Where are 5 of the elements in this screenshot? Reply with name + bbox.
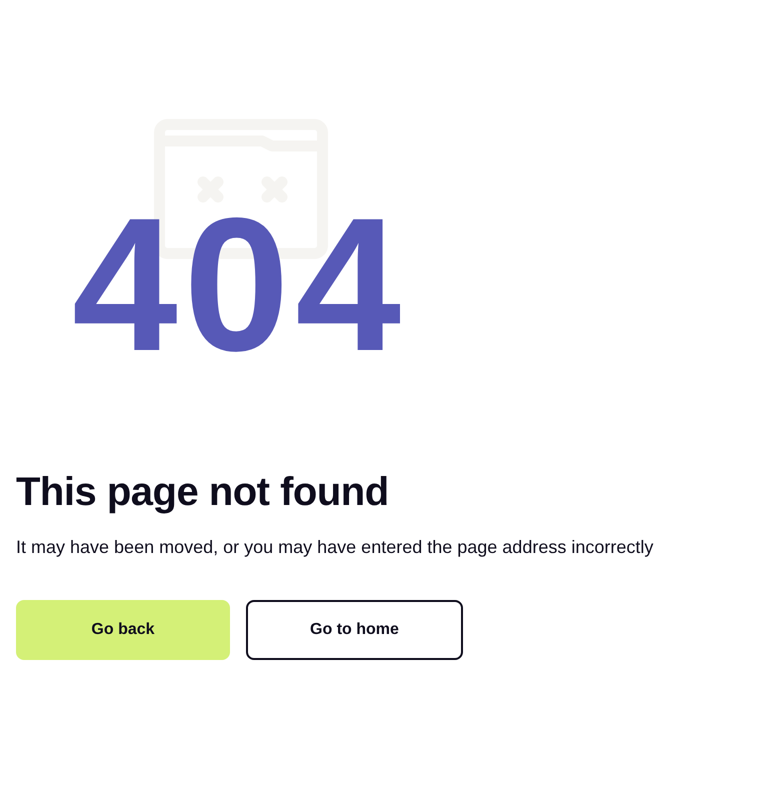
page-title: This page not found bbox=[16, 469, 390, 516]
error-code: 404 bbox=[72, 214, 408, 356]
nav-button[interactable]: Go back bbox=[16, 600, 230, 660]
error-message: It may have been moved, or you may have entered the page address incorrectly bbox=[16, 536, 654, 559]
nav-button[interactable]: Go to home bbox=[246, 600, 463, 660]
